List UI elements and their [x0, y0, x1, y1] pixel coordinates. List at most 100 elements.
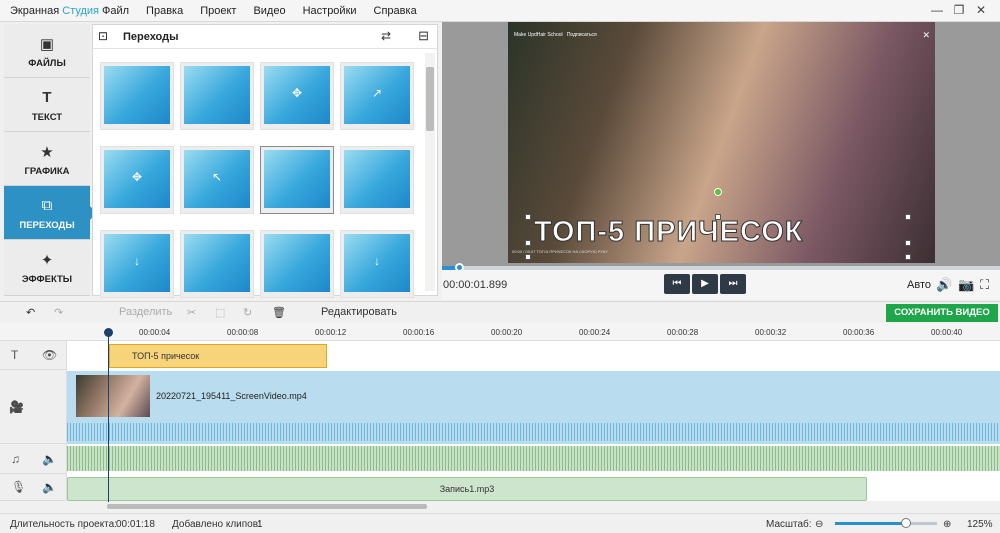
ruler-tick: 00:00:28 [667, 328, 699, 337]
transition-preview [344, 150, 410, 208]
text-clip[interactable]: ТОП-5 причесок [109, 344, 327, 368]
transition-thumbnail[interactable]: ↖ [180, 146, 254, 214]
panel-title: Переходы [123, 31, 179, 43]
menu-video[interactable]: Видео [253, 5, 285, 17]
speaker-icon[interactable]: 🔈 [42, 480, 57, 494]
transition-thumbnail[interactable] [180, 230, 254, 298]
quality-select[interactable]: Авто [907, 279, 931, 291]
panel-view-icon[interactable]: ⊟ [418, 28, 429, 44]
panel-scrollbar[interactable] [425, 53, 435, 291]
app-name-main: Экранная [10, 5, 60, 17]
clips-value: 1 [257, 519, 263, 530]
text-clip-label: ТОП-5 причесок [132, 351, 200, 361]
transition-thumbnail[interactable]: ✥ [260, 62, 334, 130]
clips-label: Добавлено клипов: [172, 519, 261, 530]
resize-handle[interactable] [905, 240, 911, 246]
sidebar: ▣ ФАЙЛЫ T ТЕКСТ ★ ГРАФИКА ⧉ ПЕРЕХОДЫ ✦ ЭФФЕКТ… [4, 24, 96, 296]
ruler-tick: 00:00:12 [315, 328, 347, 337]
music-waveform[interactable] [67, 446, 1000, 471]
wand-icon: ✦ [40, 252, 54, 269]
zoom-in-icon[interactable]: ⊕ [943, 519, 951, 530]
timeline-ruler[interactable]: 00:00:04 00:00:08 00:00:12 00:00:16 00:00:20… [0, 323, 1000, 341]
camera-icon[interactable]: 📷 [958, 277, 974, 293]
zoom-out-icon[interactable]: ⊖ [815, 519, 823, 530]
transition-thumbnail[interactable] [260, 146, 334, 214]
menu-help[interactable]: Справка [374, 5, 417, 17]
transition-preview [264, 150, 330, 208]
video-embedded-controls: 00:00 / 05:07 ТОП-5 ПРИЧЕСОК НА СКОРУЮ Р… [512, 249, 608, 254]
transition-thumbnail[interactable] [180, 62, 254, 130]
playhead[interactable] [108, 330, 109, 502]
next-frame-button[interactable]: ⏭ [720, 274, 746, 294]
transition-thumbnail[interactable]: ↓ [100, 230, 174, 298]
close-button[interactable]: ✕ [970, 3, 992, 17]
transition-preview: ↗ [344, 66, 410, 124]
record-clip[interactable]: Запись1.mp3 [67, 477, 867, 501]
resize-handle[interactable] [525, 214, 531, 220]
resize-handle[interactable] [905, 254, 911, 260]
volume-icon[interactable]: 🔊 [936, 277, 952, 293]
transition-glyph: ↓ [134, 254, 140, 268]
subscribe-label: Подписаться [566, 32, 597, 38]
previous-frame-button[interactable]: ⏮ [664, 274, 690, 294]
transitions-panel-icon: ⊡ [98, 29, 109, 43]
zoom-slider-fill [835, 522, 907, 525]
sidebar-item-files[interactable]: ▣ ФАЙЛЫ [4, 24, 90, 78]
rotate-icon[interactable]: ↻ [243, 306, 252, 319]
timeline-scrollbar[interactable] [67, 502, 1000, 511]
transitions-icon: ⧉ [41, 197, 53, 214]
menu-project[interactable]: Проект [200, 5, 236, 17]
transition-preview: ↓ [104, 234, 170, 292]
maximize-button[interactable]: ❐ [948, 3, 970, 17]
save-video-button[interactable]: СОХРАНИТЬ ВИДЕО [886, 304, 998, 322]
sidebar-item-graphics[interactable]: ★ ГРАФИКА [4, 132, 90, 186]
current-time: 00:00:01.899 [443, 279, 508, 291]
minimize-button[interactable]: — [926, 3, 948, 17]
delete-icon[interactable]: 🗑 [272, 306, 286, 319]
transition-thumbnail[interactable]: ↗ [340, 62, 414, 130]
undo-icon[interactable]: ↶ [26, 306, 35, 319]
resize-handle[interactable] [715, 214, 721, 220]
sidebar-item-label: ГРАФИКА [24, 166, 70, 177]
resize-handle[interactable] [525, 240, 531, 246]
title-bar: Экранная Студия Файл Правка Проект Видео… [0, 0, 1000, 22]
redo-icon[interactable]: ↷ [54, 306, 63, 319]
music-icon: ♫ [11, 451, 20, 466]
crop-icon[interactable]: ⬚ [215, 306, 225, 319]
video-preview[interactable]: Make UpdHair School Подписаться ✕ ТОП-5 … [508, 22, 935, 263]
video-camera-icon: 🎥 [9, 399, 24, 414]
cut-icon[interactable]: ✂ [187, 306, 196, 319]
zoom-slider[interactable] [835, 518, 937, 528]
sidebar-item-effects[interactable]: ✦ ЭФФЕКТЫ [4, 240, 90, 296]
transition-thumbnail[interactable] [260, 230, 334, 298]
video-clip[interactable]: 20220721_195411_ScreenVideo.mp4 [67, 371, 1000, 444]
playhead-knob[interactable] [104, 328, 113, 337]
transition-thumbnail[interactable]: ✥ [100, 146, 174, 214]
transition-thumbnail[interactable]: ↓ [340, 230, 414, 298]
menu-file[interactable]: Файл [102, 5, 129, 17]
ruler-tick: 00:00:20 [491, 328, 523, 337]
transition-thumbnail[interactable] [340, 146, 414, 214]
menu-edit[interactable]: Правка [146, 5, 183, 17]
duration-label: Длительность проекта: [10, 519, 117, 530]
eye-icon[interactable]: 👁 [42, 348, 57, 362]
transition-thumbnail[interactable] [100, 62, 174, 130]
rotate-handle[interactable] [714, 188, 722, 196]
edit-button[interactable]: Редактировать [321, 306, 397, 318]
shuffle-icon[interactable]: ⇄ [381, 29, 391, 43]
play-button[interactable]: ▶ [692, 274, 718, 294]
speaker-icon[interactable]: 🔈 [42, 452, 57, 466]
scrollbar-thumb[interactable] [426, 67, 434, 131]
split-button[interactable]: Разделить [119, 306, 172, 318]
music-track-header: ♫ 🔈 [0, 444, 67, 474]
timeline-scroll-thumb[interactable] [107, 504, 427, 509]
video-channel: Make UpdHair School Подписаться [514, 32, 597, 38]
resize-handle[interactable] [525, 254, 531, 260]
sidebar-item-transitions[interactable]: ⧉ ПЕРЕХОДЫ [4, 186, 96, 240]
sidebar-item-text[interactable]: T ТЕКСТ [4, 78, 90, 132]
fullscreen-icon[interactable]: ⛶ [980, 277, 989, 293]
video-title-overlay[interactable]: ТОП-5 ПРИЧЕСОК [533, 216, 803, 249]
menu-settings[interactable]: Настройки [303, 5, 357, 17]
star-icon: ★ [40, 144, 54, 161]
resize-handle[interactable] [905, 214, 911, 220]
